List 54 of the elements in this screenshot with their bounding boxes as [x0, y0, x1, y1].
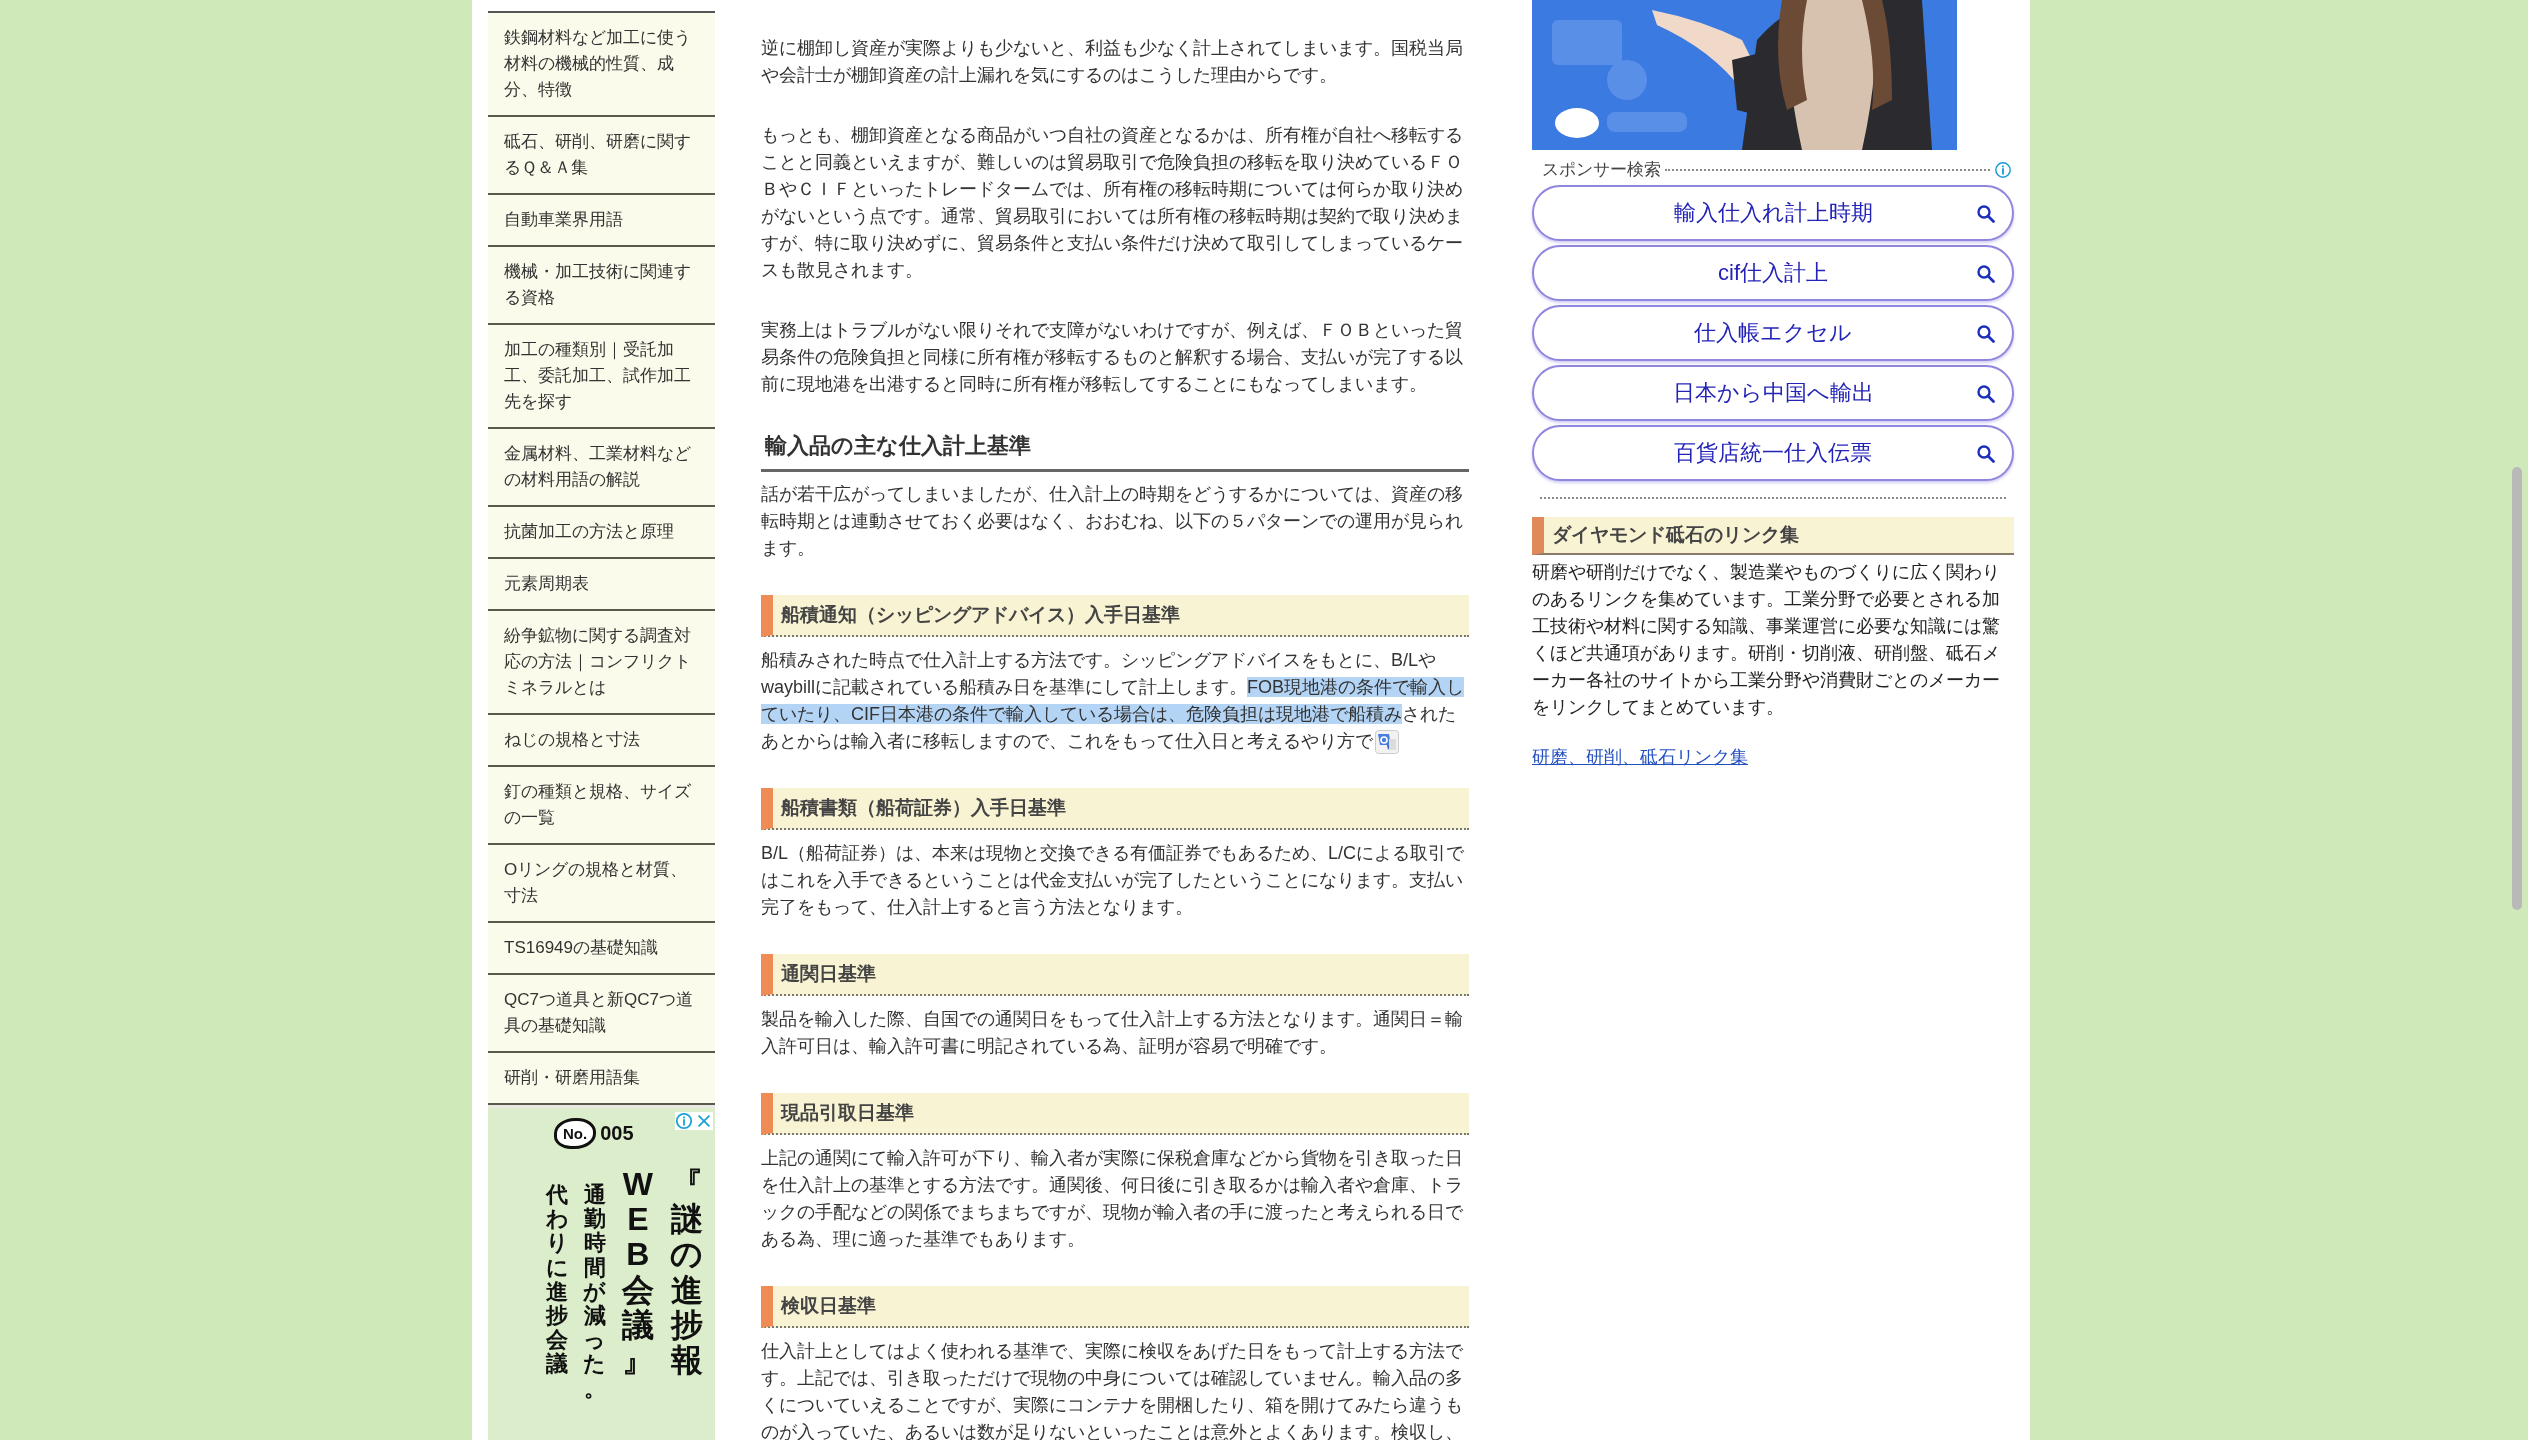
subsection-heading: 通関日基準 [761, 954, 1469, 996]
subsection-heading: 現品引取日基準 [761, 1093, 1469, 1135]
sidebar-link[interactable]: 加工の種類別｜受託加工、委託加工、試作加工先を探す [488, 325, 715, 429]
subsection-heading: 検収日基準 [761, 1286, 1469, 1328]
search-icon [1976, 264, 1996, 284]
search-suggestion-button[interactable]: 仕入帳エクセル [1532, 305, 2014, 361]
ad-headline: WEB会議』 [620, 1167, 655, 1379]
ad-headline: 通勤時間が減った。 [582, 1183, 608, 1401]
paragraph: 上記の通関にて輸入許可が下り、輸入者が実際に保税倉庫などから貨物を引き取った日を仕入計上の基準とする方法です。通関後、何日後に引き取るかは輸入者や倉庫、トラックの手配などの関係でまちまちですが、現物が輸入者の手に渡ったと考えられる日である為、理に適った基準でもあります。 [761, 1147, 1464, 1251]
paragraph: 船積みされた時点で仕入計上する方法です。シッピングアドバイスをもとに、B/Lやwaybillに記載されている船積み日を基準にして計上します。FOB現地港の条件で輸入していたり、CIF日本港の条件で輸入している場合は、危険負担は現地港で船積みされたあとからは輸入者に移転しますので、これをもって仕入日と考えるやり方で [761, 647, 1469, 755]
paragraph: B/L（船荷証券）は、本来は現物と交換できる有価証券でもあるため、L/Cによる取引ではこれを入手できるということは代金支払いが完了したということになります。支払い完了をもって、仕入計上すると言う方法となります。 [761, 842, 1466, 919]
paragraph: 研磨や研削だけでなく、製造業やものづくりに広く関わりのあるリンクを集めています。工業分野で必要とされる加工技術や材料に関する知識、事業運営に必要な知識には驚くほど共通項があります。研削・切削液、研削盤、砥石メーカー各社のサイトから工業分野や消費財ごとのメーカーをリンクしてまとめています。 [1532, 561, 2001, 719]
translate-icon[interactable] [1375, 730, 1399, 755]
subsection-heading: 船積書類（船荷証券）入手日基準 [761, 788, 1469, 830]
number-badge: No. [554, 1118, 597, 1149]
section-heading: ダイヤモンド砥石のリンク集 [1532, 517, 2014, 555]
search-suggestion-button[interactable]: 日本から中国へ輸出 [1532, 365, 2014, 421]
ad-number: 005 [600, 1122, 634, 1145]
sidebar-link[interactable]: TS16949の基礎知識 [488, 923, 715, 975]
sidebar-link[interactable]: ねじの規格と寸法 [488, 715, 715, 767]
sponsor-search-label: スポンサー検索 [1542, 159, 1661, 181]
sidebar-link[interactable]: 釘の種類と規格、サイズの一覧 [488, 767, 715, 845]
info-icon[interactable] [1994, 160, 2012, 179]
search-icon [1976, 384, 1996, 404]
paragraph: 実務上はトラブルがない限りそれで支障がないわけですが、例えば、ＦＯＢといった貿易条件の危険負担と同様に所有権が移転するものと解釈する場合、支払いが完了する以前に現地港を出港すると同時に所有権が移転してすることにもなってしまいます。 [761, 319, 1464, 396]
ad-headline: 『謎の進捗報 [669, 1167, 705, 1379]
section-heading: 輸入品の主な仕入計上基準 [761, 431, 1469, 472]
search-suggestion-button[interactable]: 輸入仕入れ計上時期 [1532, 185, 2014, 241]
subsection-heading: 船積通知（シッピングアドバイス）入手日基準 [761, 595, 1469, 637]
search-icon [1976, 324, 1996, 344]
close-icon[interactable] [695, 1112, 713, 1130]
search-icon [1976, 444, 1996, 464]
sidebar-link[interactable]: 自動車業界用語 [488, 195, 715, 247]
paragraph: もっとも、棚卸資産となる商品がいつ自社の資産となるかは、所有権が自社へ移転することと同義といえますが、難しいのは貿易取引で危険負担の移転を取り決めているＦＯＢやＣＩＦといったトレードタームでは、所有権の移転時期については何らか取り決めがないという点です。通常、貿易取引においては所有権の移転時期は契約で取り決めますが、特に取り決めずに、貿易条件と支払い条件だけ決めて取引してしまっているケースも散見されます。 [761, 124, 1464, 282]
scrollbar-thumb[interactable] [2512, 467, 2522, 910]
paragraph: 話が若干広がってしまいましたが、仕入計上の時期をどうするかについては、資産の移転時期とは連動させておく必要はなく、おおむね、以下の５パターンでの運用が見られます。 [761, 483, 1464, 560]
sidebar-link[interactable]: 鉄鋼材料など加工に使う材料の機械的性質、成分、特徴 [488, 13, 715, 117]
sidebar-link[interactable]: 機械・加工技術に関連する資格 [488, 247, 715, 325]
link[interactable]: 研磨、研削、砥石リンク集 [1532, 745, 1748, 769]
search-suggestion-button[interactable]: 百貨店統一仕入伝票 [1532, 425, 2014, 481]
sidebar-link[interactable]: 紛争鉱物に関する調査対応の方法｜コンフリクトミネラルとは [488, 611, 715, 715]
info-icon[interactable] [675, 1112, 693, 1130]
sidebar-link[interactable]: 砥石、研削、研磨に関するＱ＆Ａ集 [488, 117, 715, 195]
search-icon [1976, 204, 1996, 224]
search-suggestion-button[interactable]: cif仕入計上 [1532, 245, 2014, 301]
ad-headline: 代わりに進捗会議 [544, 1183, 570, 1377]
paragraph: 製品を輸入した際、自国での通関日をもって仕入計上する方法となります。通関日＝輸入許可日は、輸入許可書に明記されている為、証明が容易で明確です。 [761, 1008, 1464, 1058]
sidebar-link[interactable]: 抗菌加工の方法と原理 [488, 507, 715, 559]
sidebar-link[interactable]: 元素周期表 [488, 559, 715, 611]
paragraph: 逆に棚卸し資産が実際よりも少ないと、利益も少なく計上されてしまいます。国税当局や会計士が棚卸資産の計上漏れを気にするのはこうした理由からです。 [761, 37, 1464, 87]
sidebar-link[interactable]: QC7つ道具と新QC7つ道具の基礎知識 [488, 975, 715, 1053]
sidebar-link[interactable]: 研削・研磨用語集 [488, 1053, 715, 1105]
sidebar-link[interactable]: Oリングの規格と材質、寸法 [488, 845, 715, 923]
sidebar-link[interactable]: 金属材料、工業材料などの材料用語の解説 [488, 429, 715, 507]
